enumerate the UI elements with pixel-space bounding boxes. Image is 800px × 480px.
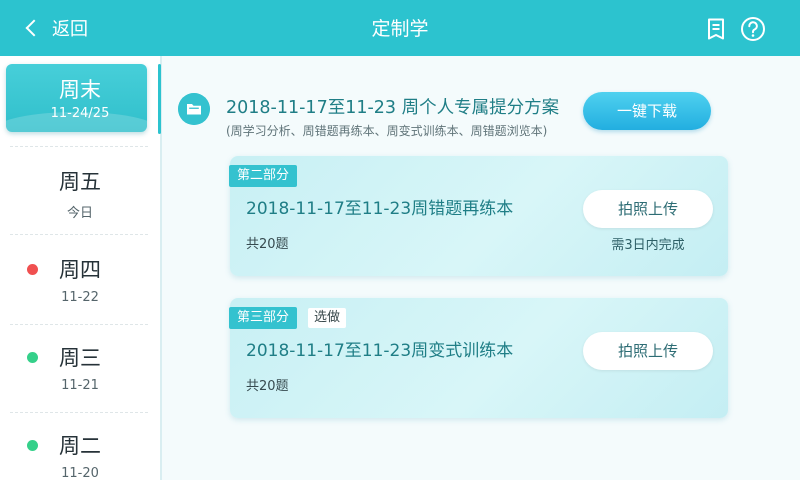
deadline-text: 需3日内完成 [611, 238, 685, 253]
divider [10, 146, 148, 147]
top-bar: 返回 定制学 [0, 0, 800, 56]
selection-accent-bar [158, 64, 161, 134]
day-date: 11-21 [61, 378, 99, 393]
document-icon[interactable] [704, 17, 728, 41]
task-question-count: 共20题 [246, 379, 289, 394]
photo-upload-button[interactable]: 拍照上传 [583, 190, 713, 228]
plan-title: 2018-11-17至11-23 周个人专属提分方案 [226, 98, 560, 118]
sidebar-item-wednesday[interactable]: 周三 11-21 [0, 330, 160, 416]
download-all-button[interactable]: 一键下载 [583, 92, 711, 130]
part-tag: 第三部分 [229, 307, 298, 329]
sidebar-item-thursday[interactable]: 周四 11-22 [0, 242, 160, 328]
day-date: 11-20 [61, 466, 99, 480]
divider [10, 234, 148, 235]
optional-badge: 选做 [308, 308, 347, 328]
task-question-count: 共20题 [246, 237, 289, 252]
part-tag: 第二部分 [229, 165, 298, 187]
plan-subtitle: (周学习分析、周错题再练本、周变式训练本、周错题浏览本) [226, 124, 548, 138]
sidebar-item-tuesday[interactable]: 周二 11-20 [0, 418, 160, 480]
divider [10, 412, 148, 413]
folder-icon [178, 93, 210, 125]
day-date: 11-24/25 [50, 106, 110, 121]
day-name: 周四 [59, 258, 101, 282]
photo-upload-button[interactable]: 拍照上传 [583, 332, 713, 370]
help-circle-icon[interactable] [740, 16, 766, 42]
day-name: 周末 [59, 78, 101, 102]
day-name: 周二 [59, 434, 101, 458]
task-title: 2018-11-17至11-23周错题再练本 [246, 199, 514, 219]
task-title: 2018-11-17至11-23周变式训练本 [246, 341, 514, 361]
day-sidebar: 周末 11-24/25 周五 今日 周四 11-22 周三 11-21 周二 1… [0, 56, 162, 480]
sidebar-item-weekend[interactable]: 周末 11-24/25 [0, 56, 160, 142]
divider [10, 324, 148, 325]
page-title: 定制学 [371, 18, 429, 40]
day-date: 11-22 [61, 290, 99, 305]
sidebar-item-friday[interactable]: 周五 今日 [0, 154, 160, 240]
day-name: 周三 [59, 346, 101, 370]
day-name: 周五 [59, 170, 101, 194]
day-date: 今日 [66, 206, 93, 221]
